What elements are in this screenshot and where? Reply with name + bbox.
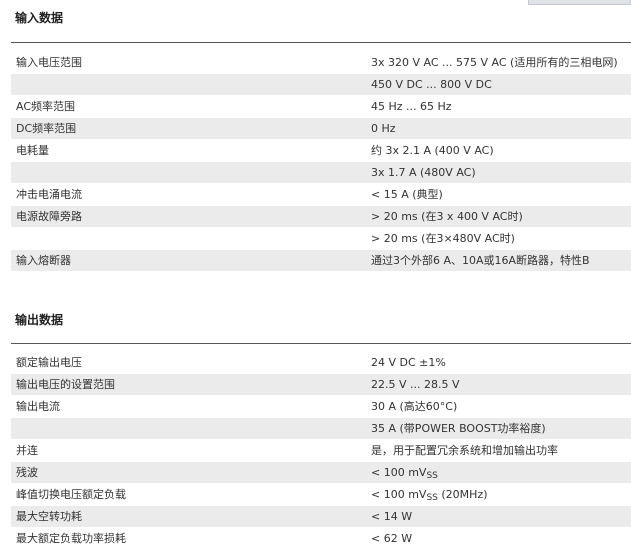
- input-section-title: 输入数据: [15, 11, 64, 25]
- table-row: 450 V DC ... 800 V DC: [11, 74, 631, 96]
- input-data-table: 输入电压范围 3x 320 V AC ... 575 V AC (适用所有的三相…: [11, 52, 631, 272]
- table-row: > 20 ms (在3×480V AC时): [11, 228, 631, 250]
- table-row: 电耗量 约 3x 2.1 A (400 V AC): [11, 140, 631, 162]
- table-row: AC频率范围 45 Hz ... 65 Hz: [11, 96, 631, 118]
- param-label: 最大空转功耗: [16, 510, 82, 523]
- param-label: 输出电流: [16, 400, 60, 413]
- param-value: 35 A (带POWER BOOST功率裕度): [371, 422, 546, 435]
- table-row: 最大空转功耗 < 14 W: [11, 506, 631, 528]
- param-value: 通过3个外部6 A、10A或16A断路器，特性B: [371, 254, 590, 267]
- table-row: 峰值切换电压额定负载 < 100 mVSS (20MHz): [11, 484, 631, 506]
- table-row: 并连 是，用于配置冗余系统和增加输出功率: [11, 440, 631, 462]
- param-value: < 14 W: [371, 510, 413, 523]
- param-value: 0 Hz: [371, 122, 396, 135]
- param-value: < 15 A (典型): [371, 188, 443, 201]
- param-value: 22.5 V ... 28.5 V: [371, 378, 460, 391]
- table-row: 输出电流 30 A (高达60°C): [11, 396, 631, 418]
- table-row: 输入电压范围 3x 320 V AC ... 575 V AC (适用所有的三相…: [11, 52, 631, 74]
- param-value: 3x 1.7 A (480V AC): [371, 166, 476, 179]
- value-suffix: (20MHz): [437, 488, 488, 501]
- param-label: 并连: [16, 444, 38, 457]
- param-value: < 62 W: [371, 532, 413, 545]
- param-value: > 20 ms (在3×480V AC时): [371, 232, 515, 245]
- param-label: 输出电压的设置范围: [16, 378, 115, 391]
- value-subscript: SS: [426, 471, 438, 481]
- table-row: 35 A (带POWER BOOST功率裕度): [11, 418, 631, 440]
- param-label: 峰值切换电压额定负载: [16, 488, 126, 501]
- output-section-rule: [11, 343, 631, 344]
- table-row: 电源故障旁路 > 20 ms (在3 x 400 V AC时): [11, 206, 631, 228]
- output-data-section: 输出数据 额定输出电压 24 V DC ±1% 输出电压的设置范围 22.5 V…: [11, 312, 631, 555]
- table-row: 最大额定负载功率损耗 < 62 W: [11, 528, 631, 550]
- table-row: 输入熔断器 通过3个外部6 A、10A或16A断路器，特性B: [11, 250, 631, 272]
- param-value: 约 3x 2.1 A (400 V AC): [371, 144, 494, 157]
- param-label: DC频率范围: [16, 122, 77, 135]
- output-section-title: 输出数据: [15, 313, 64, 327]
- value-main: < 100 mV: [371, 488, 427, 501]
- value-main: < 100 mV: [371, 466, 427, 479]
- param-label: 最大额定负载功率损耗: [16, 532, 126, 545]
- param-label: 输入电压范围: [16, 56, 82, 69]
- table-row: 额定输出电压 24 V DC ±1%: [11, 352, 631, 374]
- param-value: 3x 320 V AC ... 575 V AC (适用所有的三相电网): [371, 56, 618, 69]
- param-label: 电源故障旁路: [16, 210, 82, 223]
- param-value: 24 V DC ±1%: [371, 356, 446, 369]
- param-label: 电耗量: [16, 144, 49, 157]
- param-label: 冲击电涌电流: [16, 188, 82, 201]
- table-row: DC频率范围 0 Hz: [11, 118, 631, 140]
- param-label: 额定输出电压: [16, 356, 82, 369]
- param-value: 是，用于配置冗余系统和增加输出功率: [371, 444, 558, 457]
- param-value: 30 A (高达60°C): [371, 400, 458, 413]
- table-row: 冲击电涌电流 < 15 A (典型): [11, 184, 631, 206]
- table-row: 3x 1.7 A (480V AC): [11, 162, 631, 184]
- param-value: 450 V DC ... 800 V DC: [371, 78, 492, 91]
- param-label: 输入熔断器: [16, 254, 71, 267]
- table-row: 输出电压的设置范围 22.5 V ... 28.5 V: [11, 374, 631, 396]
- input-section-rule: [11, 42, 631, 43]
- value-subscript: SS: [426, 493, 438, 503]
- corner-tab: [528, 0, 631, 5]
- table-row: 残波 < 100 mVSS: [11, 462, 631, 484]
- param-value: > 20 ms (在3 x 400 V AC时): [371, 210, 523, 223]
- param-label: 残波: [16, 466, 38, 479]
- param-value: 45 Hz ... 65 Hz: [371, 100, 452, 113]
- param-label: AC频率范围: [16, 100, 76, 113]
- input-data-section: 输入数据 输入电压范围 3x 320 V AC ... 575 V AC (适用…: [11, 10, 631, 275]
- output-data-table: 额定输出电压 24 V DC ±1% 输出电压的设置范围 22.5 V ... …: [11, 352, 631, 550]
